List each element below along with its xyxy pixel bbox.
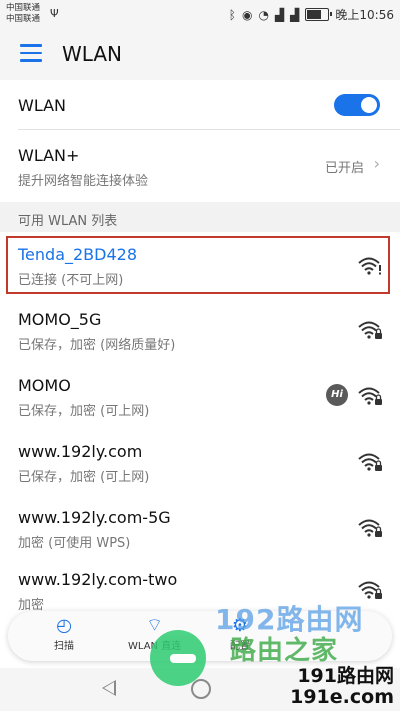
network-row-momo[interactable]: MOMO 已保存，加密 (可上网) Hi: [0, 362, 400, 426]
signal-2g-icon: ▟: [290, 7, 300, 22]
hilink-badge-icon: Hi: [326, 384, 348, 406]
network-row-momo5g[interactable]: MOMO_5G 已保存，加密 (网络质量好): [0, 296, 400, 360]
wlan-toggle-row[interactable]: WLAN: [0, 80, 400, 130]
clock: 晚上10:56: [335, 8, 394, 22]
network-status: 已保存，加密 (可上网): [18, 470, 150, 485]
wifi-lock-icon: [358, 580, 382, 600]
scan-button[interactable]: ◴ 扫描: [54, 615, 74, 652]
wifi-lock-icon: [358, 518, 382, 538]
network-status: 加密 (可使用 WPS): [18, 536, 131, 551]
wlan-switch[interactable]: [334, 94, 380, 116]
wifi-lock-icon: [358, 320, 382, 340]
watermark-line-3a: 191路由网: [297, 665, 394, 687]
highlight-box: [6, 236, 390, 294]
wlan-plus-state: 已开启: [324, 161, 364, 176]
network-row-192ly[interactable]: www.192ly.com 已保存，加密 (可上网): [0, 428, 400, 492]
network-name: www.192ly.com-5G: [18, 508, 171, 527]
carrier-2: 中国联通: [6, 14, 41, 24]
scan-icon: ◴: [56, 615, 72, 636]
eye-icon: ◉: [241, 7, 253, 22]
network-name: www.192ly.com-two: [18, 570, 178, 589]
network-status: 已保存，加密 (可上网): [18, 404, 150, 419]
wifi-lock-icon: [358, 386, 382, 406]
battery-icon: [305, 8, 333, 21]
status-icons: ᛒ ◉ ◔ ▟ ▟ 晚上10:56: [229, 6, 394, 23]
wlan-plus-title: WLAN+: [18, 146, 80, 165]
wifi-lock-icon: [358, 452, 382, 472]
watermark-text-2: 路由之家: [230, 636, 339, 666]
wlan-plus-subtitle: 提升网络智能连接体验: [18, 174, 149, 189]
watermark-logo: [150, 630, 206, 686]
bluetooth-icon: ᛒ: [228, 7, 236, 22]
network-name: MOMO: [18, 376, 71, 395]
section-header: 可用 WLAN 列表: [0, 202, 400, 232]
app-bar: WLAN: [0, 28, 400, 80]
network-status: 已保存，加密 (网络质量好): [18, 338, 176, 353]
home-icon[interactable]: [191, 679, 211, 699]
watermark-text-3: 191路由网 191e.com: [290, 666, 394, 708]
signal-4g-icon: ▟: [274, 7, 285, 22]
wlan-toggle-label: WLAN: [18, 96, 67, 115]
page-title: WLAN: [62, 42, 123, 66]
watermark-line-3b: 191e.com: [290, 686, 394, 708]
switch-knob: [361, 97, 377, 113]
menu-icon[interactable]: [20, 44, 42, 62]
section-title: 可用 WLAN 列表: [18, 214, 118, 229]
chevron-right-icon: ›: [373, 154, 380, 173]
usb-icon: Ψ: [50, 7, 59, 20]
network-name: MOMO_5G: [18, 310, 102, 329]
carrier-1: 中国联通: [6, 3, 41, 13]
carrier-info: 中国联通 中国联通: [6, 3, 40, 25]
wlan-plus-row[interactable]: WLAN+ 提升网络智能连接体验 已开启 ›: [0, 130, 400, 200]
network-row-192ly-5g[interactable]: www.192ly.com-5G 加密 (可使用 WPS): [0, 494, 400, 558]
scan-label: 扫描: [54, 641, 74, 652]
back-icon[interactable]: [102, 680, 116, 696]
network-name: www.192ly.com: [18, 442, 143, 461]
status-bar: 中国联通 中国联通 Ψ ᛒ ◉ ◔ ▟ ▟ 晚上10:56: [0, 0, 400, 28]
wifi-status-icon: ◔: [258, 7, 269, 22]
